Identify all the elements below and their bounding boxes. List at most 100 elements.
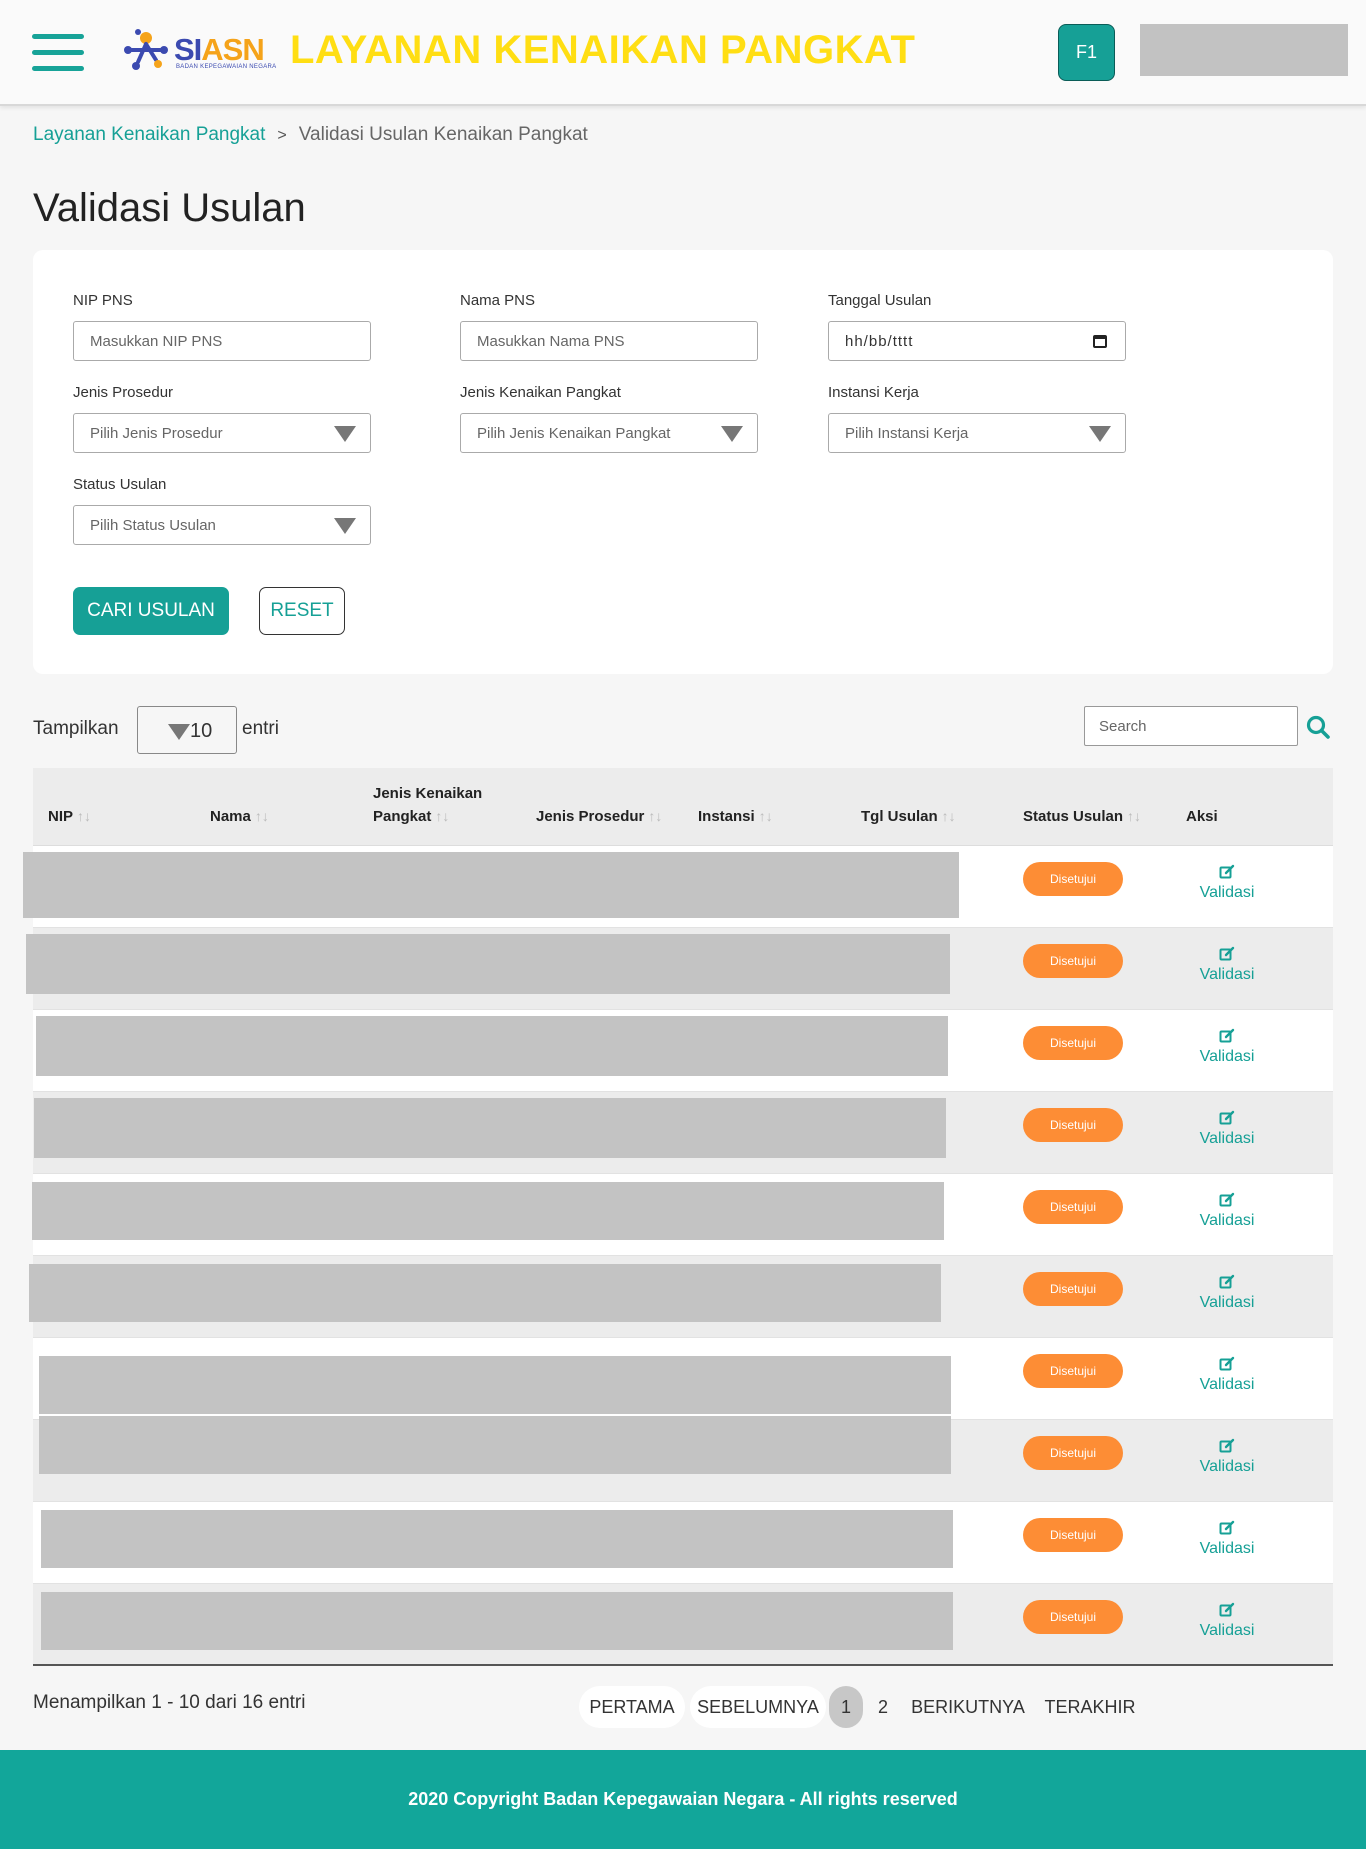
nama-input[interactable]: Masukkan Nama PNS: [460, 321, 758, 361]
redacted-row-data: [41, 1592, 953, 1650]
pagination-last-button[interactable]: TERAKHIR: [1038, 1686, 1142, 1728]
prosedur-label: Jenis Prosedur: [73, 384, 174, 401]
column-header-instansi[interactable]: Instansi ↑↓: [698, 805, 773, 828]
validasi-action[interactable]: Validasi: [1187, 864, 1267, 902]
validasi-link-label[interactable]: Validasi: [1200, 1540, 1255, 1557]
pagination-page-1[interactable]: 1: [829, 1686, 863, 1728]
validasi-action[interactable]: Validasi: [1187, 1192, 1267, 1230]
edit-icon[interactable]: [1219, 1356, 1235, 1372]
sort-icon[interactable]: ↑↓: [1127, 808, 1141, 824]
column-header-status-usulan[interactable]: Status Usulan ↑↓: [1023, 805, 1141, 828]
status-badge: Disetujui: [1023, 1436, 1123, 1470]
prosedur-select-value: Pilih Jenis Prosedur: [90, 424, 223, 442]
table-row: Disetujui Validasi: [33, 1416, 1333, 1502]
validasi-action[interactable]: Validasi: [1187, 1520, 1267, 1558]
sort-icon[interactable]: ↑↓: [77, 808, 91, 824]
search-icon[interactable]: [1305, 714, 1331, 740]
edit-icon[interactable]: [1219, 1274, 1235, 1290]
table-row: Disetujui Validasi: [33, 1584, 1333, 1666]
table-body: Disetujui Validasi Disetujui Validasi Disetu…: [23, 846, 1333, 1666]
table-row: Disetujui Validasi: [26, 928, 1333, 1010]
validasi-link-label[interactable]: Validasi: [1200, 1048, 1255, 1065]
redacted-row-data: [26, 934, 950, 994]
nama-label: Nama PNS: [460, 292, 536, 309]
top-header: SIASN BADAN KEPEGAWAIAN NEGARA LAYANAN K…: [0, 0, 1366, 106]
pagination-first-button[interactable]: PERTAMA: [579, 1686, 685, 1728]
redacted-row-data: [23, 852, 959, 918]
pagination-page-2[interactable]: 2: [866, 1686, 900, 1728]
validasi-action[interactable]: Validasi: [1187, 1110, 1267, 1148]
edit-icon[interactable]: [1219, 1028, 1235, 1044]
prosedur-field-group: Jenis Prosedur Pilih Jenis Prosedur: [73, 384, 371, 453]
table-row: Disetujui Validasi: [33, 1338, 1333, 1420]
validasi-link-label[interactable]: Validasi: [1200, 1376, 1255, 1393]
kenaikan-select-value: Pilih Jenis Kenaikan Pangkat: [477, 424, 671, 442]
page-size-select[interactable]: 10: [137, 706, 237, 754]
edit-icon[interactable]: [1219, 1192, 1235, 1208]
instansi-select[interactable]: Pilih Instansi Kerja: [828, 413, 1126, 453]
status-field-group: Status Usulan Pilih Status Usulan: [73, 476, 371, 545]
dropdown-arrow-icon: [168, 724, 190, 740]
user-info-redacted[interactable]: [1140, 24, 1348, 76]
sort-icon[interactable]: ↑↓: [759, 808, 773, 824]
validasi-link-label[interactable]: Validasi: [1200, 966, 1255, 983]
edit-icon[interactable]: [1219, 864, 1235, 880]
breadcrumb-parent-link[interactable]: Layanan Kenaikan Pangkat: [33, 124, 265, 145]
redacted-row-data: [41, 1510, 953, 1568]
validasi-action[interactable]: Validasi: [1187, 1438, 1267, 1476]
validasi-link-label[interactable]: Validasi: [1200, 1622, 1255, 1639]
pagination-prev-button[interactable]: SEBELUMNYA: [690, 1686, 826, 1728]
edit-icon[interactable]: [1219, 1602, 1235, 1618]
tanggal-date-input[interactable]: hh/bb/tttt: [828, 321, 1126, 361]
sort-icon[interactable]: ↑↓: [435, 808, 449, 824]
reset-button[interactable]: RESET: [259, 587, 345, 635]
validasi-action[interactable]: Validasi: [1187, 1028, 1267, 1066]
pagination-next-button[interactable]: BERIKUTNYA: [908, 1686, 1028, 1728]
kenaikan-select[interactable]: Pilih Jenis Kenaikan Pangkat: [460, 413, 758, 453]
status-badge: Disetujui: [1023, 1518, 1123, 1552]
sort-icon[interactable]: ↑↓: [648, 808, 662, 824]
status-badge: Disetujui: [1023, 1108, 1123, 1142]
prosedur-select[interactable]: Pilih Jenis Prosedur: [73, 413, 371, 453]
calendar-icon[interactable]: [1093, 335, 1107, 348]
validasi-action[interactable]: Validasi: [1187, 1356, 1267, 1394]
redacted-row-data: [36, 1016, 948, 1076]
column-header-nama[interactable]: Nama ↑↓: [210, 805, 269, 828]
validasi-action[interactable]: Validasi: [1187, 1274, 1267, 1312]
f1-button[interactable]: F1: [1058, 24, 1115, 81]
page-title: Validasi Usulan: [33, 186, 306, 230]
redacted-row-data: [39, 1416, 951, 1474]
column-header-jenis-kenaikan[interactable]: Jenis Kenaikan Pangkat ↑↓: [373, 782, 482, 828]
dropdown-arrow-icon: [334, 518, 356, 534]
dropdown-arrow-icon: [1089, 426, 1111, 442]
sort-icon[interactable]: ↑↓: [942, 808, 956, 824]
validasi-link-label[interactable]: Validasi: [1200, 1212, 1255, 1229]
status-badge: Disetujui: [1023, 1026, 1123, 1060]
column-header-tgl-usulan[interactable]: Tgl Usulan ↑↓: [861, 805, 956, 828]
filter-card: NIP PNS Masukkan NIP PNS Nama PNS Masukk…: [33, 250, 1333, 674]
table-search-input[interactable]: Search: [1084, 706, 1298, 746]
status-select[interactable]: Pilih Status Usulan: [73, 505, 371, 545]
column-header-nip[interactable]: NIP ↑↓: [48, 805, 91, 828]
table-row: Disetujui Validasi: [23, 846, 1333, 928]
search-submit-button[interactable]: CARI USULAN: [73, 587, 229, 635]
validasi-link-label[interactable]: Validasi: [1200, 1130, 1255, 1147]
edit-icon[interactable]: [1219, 1110, 1235, 1126]
status-badge: Disetujui: [1023, 1190, 1123, 1224]
edit-icon[interactable]: [1219, 1438, 1235, 1454]
status-select-value: Pilih Status Usulan: [90, 516, 216, 534]
menu-icon[interactable]: [32, 34, 84, 72]
validasi-action[interactable]: Validasi: [1187, 1602, 1267, 1640]
page-footer: 2020 Copyright Badan Kepegawaian Negara …: [0, 1750, 1366, 1849]
validasi-link-label[interactable]: Validasi: [1200, 1294, 1255, 1311]
validasi-link-label[interactable]: Validasi: [1200, 884, 1255, 901]
edit-icon[interactable]: [1219, 946, 1235, 962]
column-header-jenis-prosedur[interactable]: Jenis Prosedur ↑↓: [536, 805, 662, 828]
kenaikan-label: Jenis Kenaikan Pangkat: [460, 384, 621, 401]
siasn-logo: SIASN BADAN KEPEGAWAIAN NEGARA: [118, 24, 276, 80]
validasi-action[interactable]: Validasi: [1187, 946, 1267, 984]
nip-input[interactable]: Masukkan NIP PNS: [73, 321, 371, 361]
sort-icon[interactable]: ↑↓: [255, 808, 269, 824]
edit-icon[interactable]: [1219, 1520, 1235, 1536]
validasi-link-label[interactable]: Validasi: [1200, 1458, 1255, 1475]
